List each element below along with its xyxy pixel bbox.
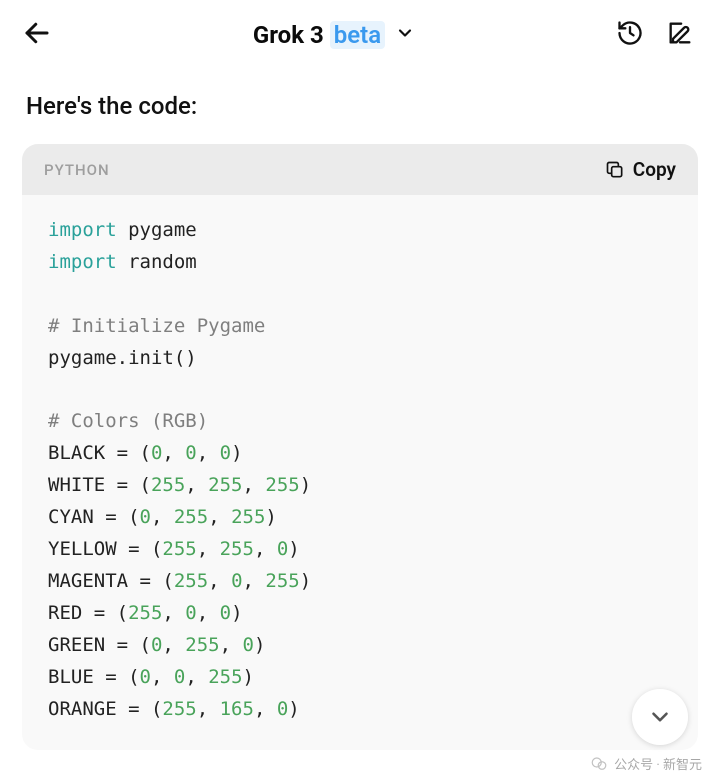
model-title-beta: beta <box>330 21 385 49</box>
code-line: RED = (255, 0, 0) <box>48 598 672 630</box>
wechat-icon <box>590 755 608 773</box>
code-line: import pygame <box>48 215 672 247</box>
copy-icon <box>605 160 625 180</box>
history-button[interactable] <box>616 19 644 51</box>
chevron-down-icon <box>395 23 415 47</box>
code-line <box>48 279 672 311</box>
code-line: # Initialize Pygame <box>48 311 672 343</box>
arrow-left-icon <box>22 18 52 48</box>
code-header: PYTHON Copy <box>22 144 698 195</box>
copy-label: Copy <box>633 158 676 181</box>
code-line: import random <box>48 247 672 279</box>
code-line: GREEN = (0, 255, 0) <box>48 630 672 662</box>
code-line: ORANGE = (255, 165, 0) <box>48 694 672 726</box>
compose-button[interactable] <box>666 19 694 51</box>
code-line <box>48 375 672 407</box>
code-line: MAGENTA = (255, 0, 255) <box>48 566 672 598</box>
copy-button[interactable]: Copy <box>605 158 676 181</box>
back-button[interactable] <box>22 18 52 52</box>
code-line: WHITE = (255, 255, 255) <box>48 470 672 502</box>
header-bar: Grok 3 beta <box>0 0 720 70</box>
code-line: YELLOW = (255, 255, 0) <box>48 534 672 566</box>
history-icon <box>616 19 644 47</box>
code-line: BLUE = (0, 0, 255) <box>48 662 672 694</box>
message-text: Here's the code: <box>0 70 720 144</box>
compose-icon <box>666 19 694 47</box>
code-language-label: PYTHON <box>44 161 110 179</box>
watermark-text: 公众号 · 新智元 <box>614 754 702 773</box>
code-line: # Colors (RGB) <box>48 406 672 438</box>
watermark: 公众号 · 新智元 <box>590 754 702 773</box>
model-title-main: Grok 3 <box>253 21 324 49</box>
code-body: import pygameimport random # Initialize … <box>22 195 698 750</box>
code-line: CYAN = (0, 255, 255) <box>48 502 672 534</box>
code-line: BLACK = (0, 0, 0) <box>48 438 672 470</box>
scroll-down-button[interactable] <box>632 689 688 745</box>
chevron-down-icon <box>647 704 673 730</box>
code-line: pygame.init() <box>48 343 672 375</box>
model-selector[interactable]: Grok 3 beta <box>253 21 415 49</box>
code-block: PYTHON Copy import pygameimport random #… <box>22 144 698 750</box>
